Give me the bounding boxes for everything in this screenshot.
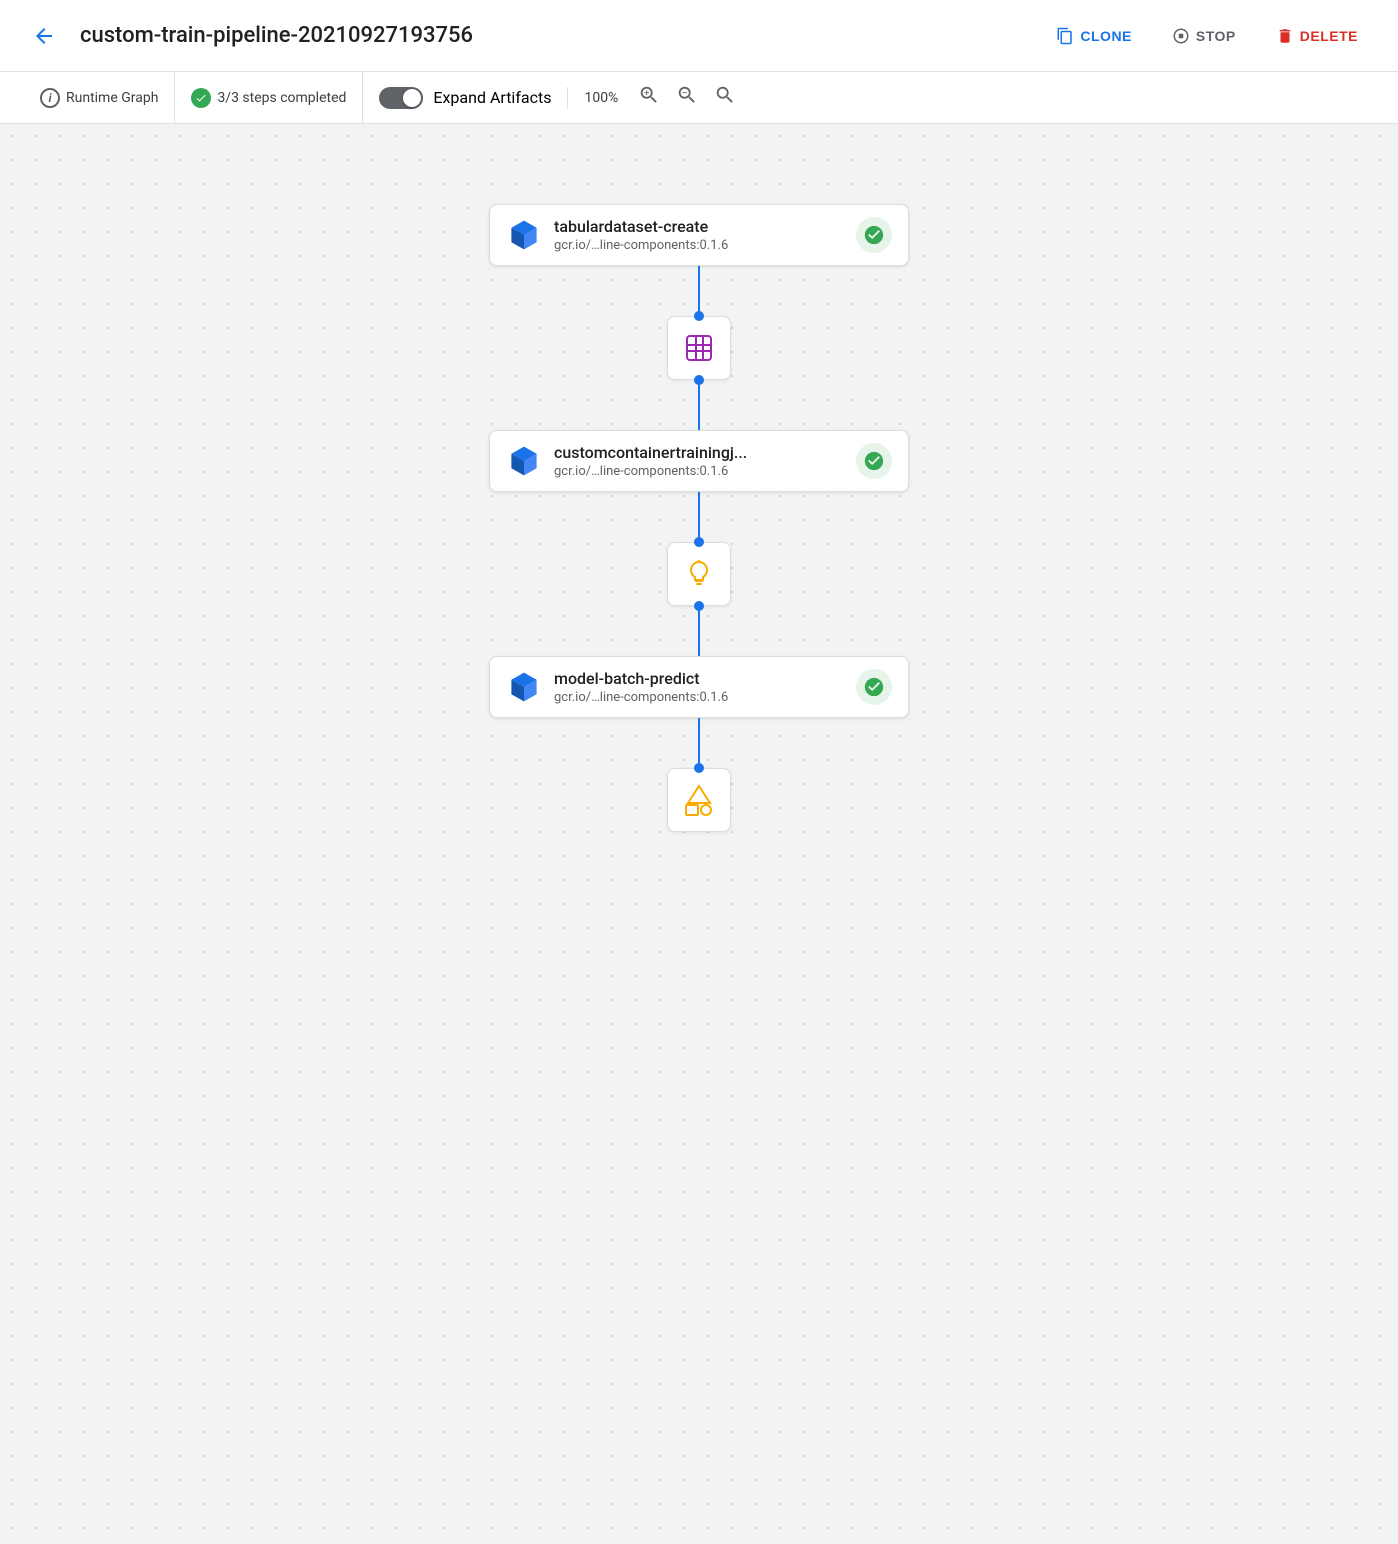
- connector-line-3: [698, 492, 700, 542]
- zoom-section: 100%: [568, 80, 756, 115]
- header-actions: CLONE STOP DELETE: [1040, 19, 1374, 53]
- pipeline-canvas: tabulardataset-create gcr.io/…line-compo…: [0, 124, 1398, 1544]
- pipeline-node-3[interactable]: model-batch-predict gcr.io/…line-compone…: [489, 656, 909, 718]
- steps-completed: 3/3 steps completed: [175, 72, 363, 123]
- runtime-graph-tab[interactable]: i Runtime Graph: [24, 72, 175, 123]
- node-2-info: customcontainertrainingj... gcr.io/…line…: [554, 443, 844, 479]
- connector-dot: [694, 311, 704, 321]
- expand-artifacts-toggle[interactable]: Expand Artifacts: [363, 87, 568, 109]
- artifact-node-3[interactable]: [667, 768, 731, 832]
- pipeline-node-2[interactable]: customcontainertrainingj... gcr.io/…line…: [489, 430, 909, 492]
- zoom-out-icon[interactable]: [672, 80, 702, 115]
- node-2-status: [856, 443, 892, 479]
- shapes-icon: [682, 783, 716, 817]
- delete-button[interactable]: DELETE: [1260, 19, 1374, 53]
- connector-dot-top-2: [694, 601, 704, 611]
- expand-artifacts-label: Expand Artifacts: [433, 88, 551, 107]
- connector-dot-bottom-2: [694, 537, 704, 547]
- toolbar: i Runtime Graph 3/3 steps completed Expa…: [0, 72, 1398, 124]
- back-button[interactable]: [24, 16, 64, 56]
- node-2-subtitle: gcr.io/…line-components:0.1.6: [554, 464, 844, 479]
- artifact-node-2[interactable]: [667, 542, 731, 606]
- connector-artifact-1-to-node-2: [698, 380, 700, 430]
- connector-dot-top: [694, 375, 704, 385]
- clone-label: CLONE: [1080, 28, 1132, 44]
- check-icon: [191, 88, 211, 108]
- connector-line: [698, 266, 700, 316]
- steps-completed-label: 3/3 steps completed: [217, 90, 346, 106]
- node-3-title: model-batch-predict: [554, 669, 844, 688]
- node-2-title: customcontainertrainingj...: [554, 443, 844, 462]
- delete-label: DELETE: [1300, 28, 1358, 44]
- cube-icon-3: [506, 669, 542, 705]
- node-1-info: tabulardataset-create gcr.io/…line-compo…: [554, 217, 844, 253]
- node-3-subtitle: gcr.io/…line-components:0.1.6: [554, 690, 844, 705]
- clone-button[interactable]: CLONE: [1040, 19, 1148, 53]
- runtime-graph-label: Runtime Graph: [66, 90, 158, 106]
- connector-line-5: [698, 718, 700, 768]
- model-icon: [683, 558, 715, 590]
- toggle-switch[interactable]: [379, 87, 423, 109]
- connector-line-4: [698, 606, 700, 656]
- zoom-in-icon[interactable]: [634, 80, 664, 115]
- header: custom-train-pipeline-20210927193756 CLO…: [0, 0, 1398, 72]
- node-3-info: model-batch-predict gcr.io/…line-compone…: [554, 669, 844, 705]
- pipeline-node-1[interactable]: tabulardataset-create gcr.io/…line-compo…: [489, 204, 909, 266]
- toggle-knob: [403, 89, 421, 107]
- zoom-level: 100%: [584, 90, 626, 106]
- node-3-status: [856, 669, 892, 705]
- stop-label: STOP: [1196, 28, 1236, 44]
- connector-artifact-2-to-node-3: [698, 606, 700, 656]
- node-1-status: [856, 217, 892, 253]
- pipeline-flow: tabulardataset-create gcr.io/…line-compo…: [489, 204, 909, 872]
- info-icon: i: [40, 88, 60, 108]
- zoom-fit-icon[interactable]: [710, 80, 740, 115]
- cube-icon-2: [506, 443, 542, 479]
- stop-button[interactable]: STOP: [1156, 19, 1252, 53]
- connector-node-2-to-artifact-2: [698, 492, 700, 542]
- page-title: custom-train-pipeline-20210927193756: [80, 23, 1024, 48]
- connector-1-to-artifact-1: [698, 266, 700, 316]
- node-1-subtitle: gcr.io/…line-components:0.1.6: [554, 238, 844, 253]
- connector-node-3-to-artifact-3: [698, 718, 700, 768]
- node-1-title: tabulardataset-create: [554, 217, 844, 236]
- cube-icon-1: [506, 217, 542, 253]
- dataset-icon: [683, 332, 715, 364]
- connector-line-2: [698, 380, 700, 430]
- connector-dot-bottom-3: [694, 763, 704, 773]
- artifact-node-1[interactable]: [667, 316, 731, 380]
